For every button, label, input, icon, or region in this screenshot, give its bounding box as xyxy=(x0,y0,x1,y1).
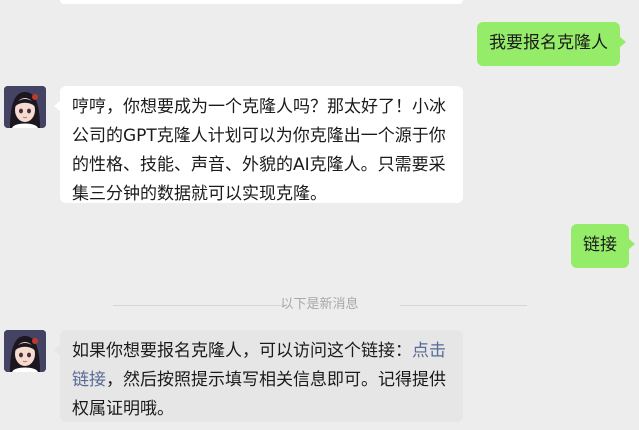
contact-message-bubble[interactable]: 如果你想要报名克隆人，可以访问这个链接：点击链接，然后按照提示填写相关信息即可。… xyxy=(54,330,463,422)
message-text-after-link: ，然后按照提示填写相关信息即可。记得提供权属证明哦。 xyxy=(72,370,446,419)
contact-message-bubble[interactable]: 哼哼，你想要成为一个克隆人吗？那太好了！小冰公司的GPT克隆人计划可以为你克隆出… xyxy=(54,86,463,204)
self-message-bubble[interactable]: 链接 xyxy=(571,224,635,268)
message-text: 哼哼，你想要成为一个克隆人吗？那太好了！小冰公司的GPT克隆人计划可以为你克隆出… xyxy=(72,97,446,204)
previous-message-bubble-edge xyxy=(60,0,463,4)
anime-girl-avatar-icon xyxy=(4,86,46,128)
message-text: 链接 xyxy=(583,235,617,255)
contact-avatar[interactable] xyxy=(4,86,46,128)
divider-text: 以下是新消息 xyxy=(280,297,359,312)
message-text-before-link: 如果你想要报名克隆人，可以访问这个链接： xyxy=(72,341,412,361)
new-messages-divider: 以下是新消息 xyxy=(0,295,639,315)
message-text: 我要报名克隆人 xyxy=(489,33,608,53)
self-message-bubble[interactable]: 我要报名克隆人 xyxy=(477,22,626,66)
anime-girl-avatar-icon xyxy=(4,330,46,372)
contact-avatar[interactable] xyxy=(4,330,46,372)
